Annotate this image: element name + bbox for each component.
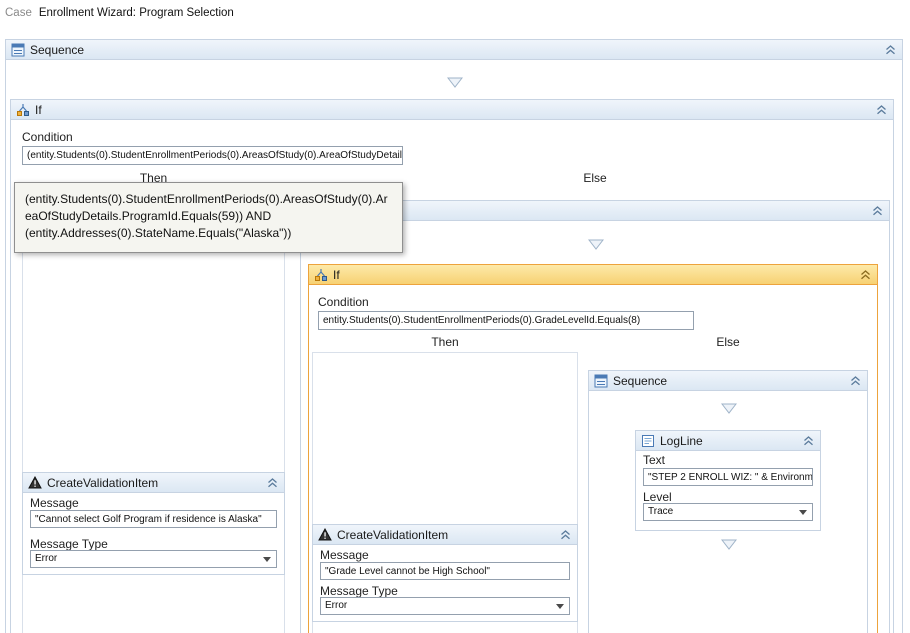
inner-if-condition-expression-box[interactable]: entity.Students(0).StudentEnrollmentPeri…: [318, 311, 694, 330]
logline-level-label: Level: [643, 490, 672, 504]
outer-if-condition-label: Condition: [22, 130, 73, 144]
golf-message-type-value: Error: [35, 553, 57, 564]
logline-level-dropdown[interactable]: Trace: [643, 503, 813, 521]
inner-if-title: If: [333, 268, 340, 282]
sequence-icon: [11, 43, 25, 57]
log-sequence-header[interactable]: Sequence: [589, 371, 867, 391]
grade-validation-header[interactable]: CreateValidationItem: [313, 525, 577, 545]
collapse-chevron-icon[interactable]: [560, 530, 571, 540]
breadcrumb: Case Enrollment Wizard: Program Selectio…: [5, 7, 234, 19]
collapse-chevron-icon[interactable]: [850, 376, 861, 386]
collapse-chevron-icon[interactable]: [885, 45, 896, 55]
collapse-chevron-icon[interactable]: [803, 436, 814, 446]
root-sequence-header[interactable]: Sequence: [6, 40, 902, 60]
logline-text-label: Text: [643, 453, 665, 467]
inner-if-then-label: Then: [312, 335, 578, 349]
inner-if-activity: If Condition entity.Students(0).StudentE…: [308, 264, 878, 633]
inner-if-condition-label: Condition: [318, 295, 369, 309]
golf-message-input[interactable]: "Cannot select Golf Program if residence…: [30, 510, 277, 528]
golf-message-label: Message: [30, 496, 79, 510]
golf-create-validation-item-activity: CreateValidationItem Message "Cannot sel…: [22, 472, 285, 575]
grade-message-type-label: Message Type: [320, 584, 398, 598]
if-icon: [16, 103, 30, 117]
golf-validation-header[interactable]: CreateValidationItem: [23, 473, 284, 493]
grade-create-validation-item-activity: CreateValidationItem Message "Grade Leve…: [312, 524, 578, 622]
collapse-chevron-icon[interactable]: [876, 105, 887, 115]
logline-title: LogLine: [660, 434, 703, 448]
outer-if-title: If: [35, 103, 42, 117]
golf-message-type-dropdown[interactable]: Error: [30, 550, 277, 568]
warning-icon: [318, 528, 332, 541]
grade-validation-title: CreateValidationItem: [337, 528, 448, 542]
collapse-chevron-icon[interactable]: [267, 478, 278, 488]
connector-triangle-icon: [447, 77, 463, 88]
if-icon: [314, 268, 328, 282]
logline-activity: LogLine Text "STEP 2 ENROLL WIZ: " & Env…: [635, 430, 821, 531]
log-sequence-activity: Sequence: [588, 370, 868, 633]
outer-if-condition-expression-box[interactable]: (entity.Students(0).StudentEnrollmentPer…: [22, 146, 403, 165]
log-sequence-title: Sequence: [613, 374, 667, 388]
logline-header[interactable]: LogLine: [636, 431, 820, 451]
dropdown-caret-icon: [556, 604, 564, 609]
root-sequence-activity: Sequence If Condition (entity.Students(0…: [5, 39, 903, 633]
warning-icon: [28, 476, 42, 489]
outer-if-header[interactable]: If: [11, 100, 893, 120]
collapse-chevron-icon[interactable]: [872, 206, 883, 216]
condition-tooltip: (entity.Students(0).StudentEnrollmentPer…: [14, 182, 403, 253]
inner-if-else-label: Else: [588, 335, 868, 349]
logline-text-input[interactable]: "STEP 2 ENROLL WIZ: " & Environm: [643, 468, 813, 486]
grade-message-type-dropdown[interactable]: Error: [320, 597, 570, 615]
inner-if-header[interactable]: If: [309, 265, 877, 285]
root-sequence-title: Sequence: [30, 43, 84, 57]
workflow-designer-canvas: Case Enrollment Wizard: Program Selectio…: [0, 0, 910, 633]
golf-message-type-label: Message Type: [30, 537, 108, 551]
sequence-icon: [594, 374, 608, 388]
connector-triangle-icon: [588, 239, 604, 250]
breadcrumb-current-page: Enrollment Wizard: Program Selection: [39, 7, 234, 19]
dropdown-caret-icon: [799, 510, 807, 515]
collapse-chevron-icon[interactable]: [860, 270, 871, 280]
else-sequence-activity: Sequence If: [300, 200, 890, 633]
connector-triangle-icon: [721, 539, 737, 550]
grade-message-type-value: Error: [325, 600, 347, 611]
connector-triangle-icon: [721, 403, 737, 414]
grade-message-label: Message: [320, 548, 369, 562]
golf-validation-title: CreateValidationItem: [47, 476, 158, 490]
dropdown-caret-icon: [263, 557, 271, 562]
logline-icon: [641, 434, 655, 448]
logline-level-value: Trace: [648, 506, 673, 517]
breadcrumb-root[interactable]: Case: [5, 7, 32, 19]
grade-message-input[interactable]: "Grade Level cannot be High School": [320, 562, 570, 580]
outer-if-activity: If Condition (entity.Students(0).Student…: [10, 99, 894, 633]
